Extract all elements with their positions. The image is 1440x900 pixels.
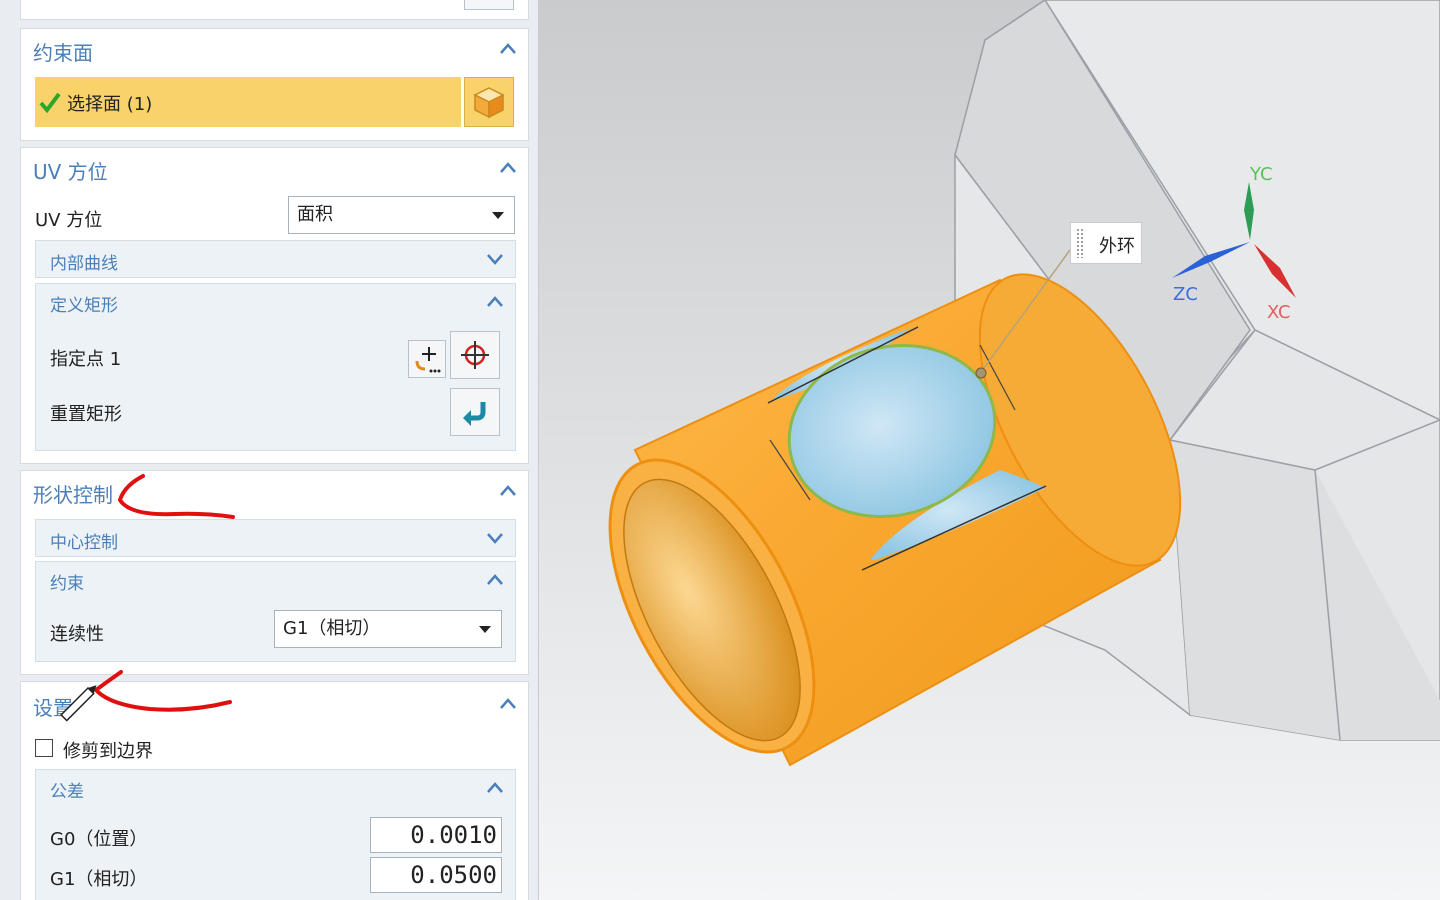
chevron-down-icon[interactable] <box>485 528 505 548</box>
chevron-up-icon[interactable] <box>498 39 518 59</box>
reset-rect-button[interactable] <box>450 388 500 436</box>
axis-label-z: ZC <box>1173 284 1198 305</box>
specify-point-label: 指定点 1 <box>50 349 122 370</box>
g0-value: 0.0010 <box>410 821 497 849</box>
specify-point-button[interactable] <box>450 331 500 379</box>
uv-orientation-value: 面积 <box>297 204 333 225</box>
tooltip-text: 外环 <box>1099 236 1135 257</box>
shape-control-group: 形状控制 中心控制 约束 连续性 G1（相切） <box>20 470 529 675</box>
g1-label: G1（相切） <box>50 869 148 890</box>
checkmark-icon <box>39 91 61 117</box>
previous-group-remnant <box>20 0 529 20</box>
dropdown-arrow-icon <box>479 626 491 633</box>
uv-orientation-group: UV 方位 UV 方位 面积 内部曲线 定义矩形 指定点 1 重置矩形 <box>20 147 529 464</box>
center-control-section[interactable]: 中心控制 <box>35 519 516 557</box>
chevron-up-icon[interactable] <box>498 481 518 501</box>
center-control-title: 中心控制 <box>50 533 118 553</box>
point-dialog-button[interactable] <box>408 340 446 378</box>
inner-curve-section[interactable]: 内部曲线 <box>35 240 516 278</box>
shape-control-title: 形状控制 <box>33 483 113 507</box>
define-rect-title: 定义矩形 <box>50 296 118 316</box>
inner-curve-title: 内部曲线 <box>50 254 118 274</box>
g0-input[interactable]: 0.0010 <box>370 817 502 853</box>
point-dialog-icon <box>415 347 441 373</box>
uv-orientation-title: UV 方位 <box>33 160 108 184</box>
axis-label-x: XC <box>1267 302 1291 323</box>
chevron-up-icon[interactable] <box>485 570 505 590</box>
selection-point[interactable] <box>975 367 987 379</box>
model-canvas[interactable] <box>539 0 1440 900</box>
trim-label: 修剪到边界 <box>63 741 153 762</box>
chevron-down-icon[interactable] <box>485 249 505 269</box>
settings-title: 设置 <box>33 696 73 720</box>
face-selector-button[interactable] <box>464 77 514 127</box>
reset-rect-label: 重置矩形 <box>50 404 122 425</box>
g1-input[interactable]: 0.0500 <box>370 857 502 893</box>
tolerance-title: 公差 <box>50 782 84 802</box>
reset-arrow-icon <box>463 402 486 426</box>
crosshair-icon <box>461 341 489 369</box>
tolerance-section: 公差 G0（位置） 0.0010 G1（相切） 0.0500 <box>35 769 516 900</box>
constraint-section: 约束 连续性 G1（相切） <box>35 561 516 662</box>
select-face-label: 选择面 (1) <box>67 94 153 115</box>
define-rect-section: 定义矩形 指定点 1 重置矩形 <box>35 283 516 451</box>
select-face-row[interactable]: 选择面 (1) <box>35 77 461 127</box>
dialog-panel: 约束面 选择面 (1) UV 方位 UV 方位 面积 内部曲线 定义矩形 指定点… <box>0 0 539 900</box>
previous-group-button[interactable] <box>464 0 514 10</box>
chevron-up-icon[interactable] <box>485 292 505 312</box>
graphics-viewport[interactable]: 外环 YC ZC XC <box>539 0 1440 900</box>
chevron-up-icon[interactable] <box>485 778 505 798</box>
settings-group: 设置 修剪到边界 公差 G0（位置） 0.0010 G1（相切） 0.0500 <box>20 681 529 900</box>
dropdown-arrow-icon <box>492 212 504 219</box>
face-tooltip: 外环 <box>1070 222 1142 264</box>
continuity-label: 连续性 <box>50 624 104 645</box>
constraint-face-title: 约束面 <box>33 41 93 65</box>
uv-orientation-label: UV 方位 <box>35 210 103 231</box>
g0-label: G0（位置） <box>50 829 148 850</box>
uv-orientation-dropdown[interactable]: 面积 <box>288 196 515 234</box>
constraint-face-group: 约束面 选择面 (1) <box>20 28 529 141</box>
chevron-up-icon[interactable] <box>498 158 518 178</box>
continuity-dropdown[interactable]: G1（相切） <box>274 610 502 648</box>
continuity-value: G1（相切） <box>283 618 381 639</box>
drag-grip-icon[interactable] <box>1076 228 1084 258</box>
trim-checkbox[interactable] <box>35 739 53 757</box>
axis-label-y: YC <box>1250 164 1273 185</box>
g1-value: 0.0500 <box>410 861 497 889</box>
cube-icon <box>473 87 505 119</box>
constraint-title: 约束 <box>50 574 84 594</box>
chevron-up-icon[interactable] <box>498 694 518 714</box>
